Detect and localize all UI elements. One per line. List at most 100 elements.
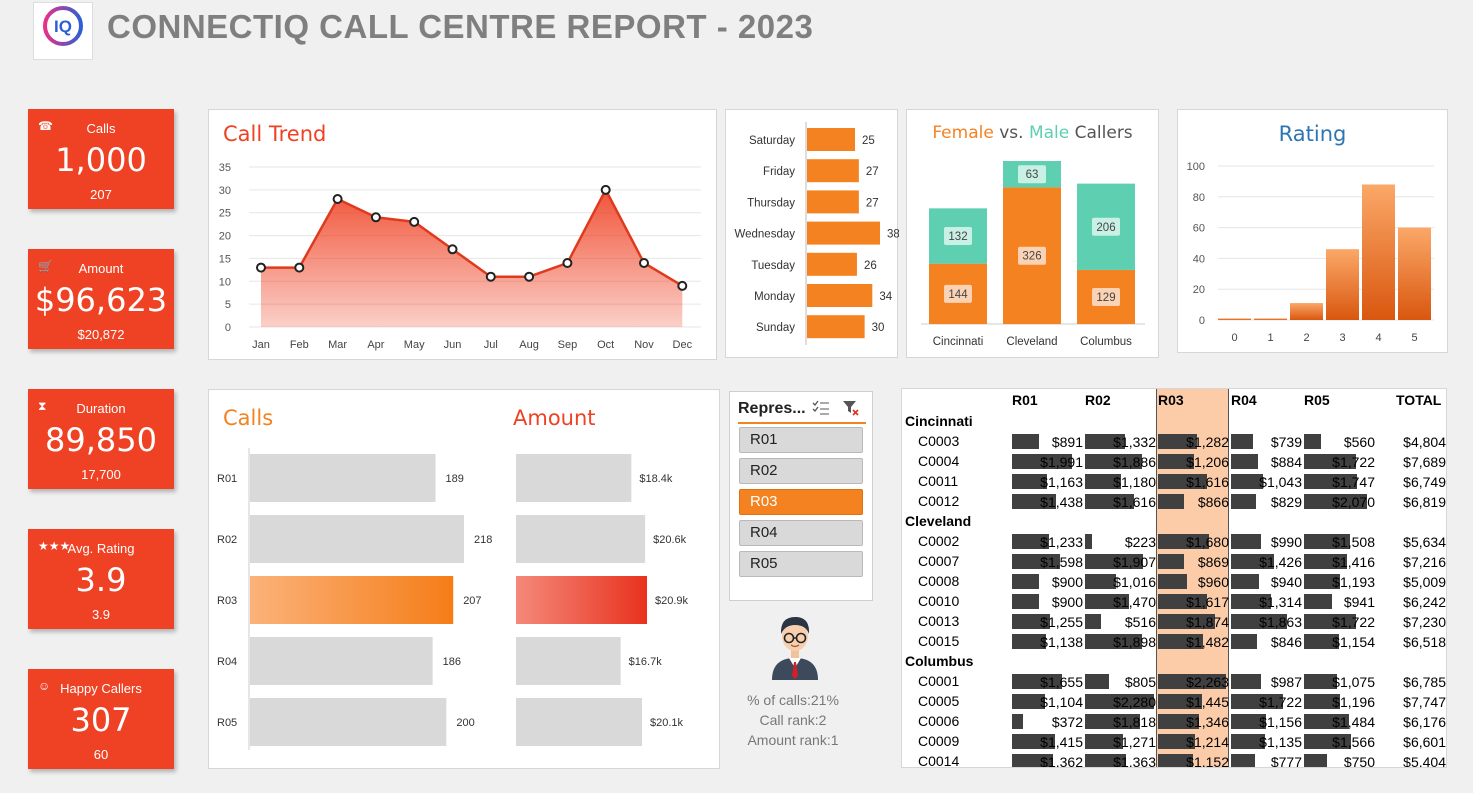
data-bar <box>1012 574 1039 589</box>
pivot-cell: $1,104 <box>1012 692 1083 712</box>
weekday-chart: Saturday 25 Friday 27 Thursday 27 Wednesday 38 T… <box>734 122 899 345</box>
clear-filter-icon[interactable] <box>842 400 860 416</box>
x-tick-label: Oct <box>597 339 614 351</box>
pivot-value: $1,233 <box>1040 534 1083 550</box>
pivot-cell: $846 <box>1231 632 1302 652</box>
x-tick-label: 1 <box>1267 332 1273 344</box>
pivot-cell: $1,722 <box>1304 452 1375 472</box>
x-tick-label: Mar <box>328 339 347 351</box>
pivot-customer-code: C0006 <box>918 713 960 729</box>
pivot-cell: $1,722 <box>1231 692 1302 712</box>
pivot-value: $1,598 <box>1040 554 1083 570</box>
pivot-customer-code: C0008 <box>918 573 960 589</box>
pivot-city-row: Cleveland <box>905 513 972 529</box>
pivot-cell: $1,445 <box>1158 692 1229 712</box>
y-tick-label: 0 <box>225 322 231 334</box>
call-trend-chart: 0 5 10 15 20 25 30 35 Jan Feb Mar Apr May Jun Jul Aug Se… <box>219 162 701 351</box>
pivot-value: $1,445 <box>1186 694 1229 710</box>
pivot-value: $900 <box>1051 574 1083 590</box>
representative-avatar-icon <box>772 616 818 680</box>
rating-bar-5 <box>1398 227 1431 320</box>
data-bar <box>1231 634 1257 649</box>
calls-value-label: 207 <box>463 595 481 607</box>
pivot-cell: $940 <box>1231 572 1302 592</box>
male-value-label: 206 <box>1096 222 1115 234</box>
pivot-value: $1,886 <box>1113 454 1156 470</box>
pivot-cell: $1,470 <box>1085 592 1156 612</box>
pivot-cell: $1,346 <box>1158 712 1229 732</box>
pivot-customer-code: C0014 <box>918 753 960 768</box>
pivot-value: $1,907 <box>1113 554 1156 570</box>
rep-label: R03 <box>217 595 237 607</box>
kpi-subvalue: 17,700 <box>81 467 121 482</box>
female-value-label: 144 <box>948 289 968 301</box>
x-tick-label: Feb <box>290 339 309 351</box>
pivot-cell: $1,362 <box>1012 752 1083 767</box>
gender-x-label: Cleveland <box>1006 336 1057 348</box>
pivot-customer-code: C0015 <box>918 633 960 649</box>
multi-select-icon[interactable] <box>812 400 830 416</box>
data-bar <box>1085 534 1092 549</box>
rep-chart: R01 189 R02 218 R03 207 R04 186 R05 200 $18.4k $20.… <box>217 448 689 750</box>
pivot-cell: $1,747 <box>1304 472 1375 492</box>
weekday-bar-wednesday <box>807 221 880 245</box>
pivot-cell: $1,426 <box>1231 552 1302 572</box>
y-tick-label: 20 <box>219 231 231 243</box>
data-bar <box>1231 534 1261 549</box>
pivot-cell: $1,193 <box>1304 572 1375 592</box>
pivot-cell: $1,898 <box>1085 632 1156 652</box>
weekday-value-label: 27 <box>866 166 879 178</box>
pivot-value: $1,617 <box>1186 594 1229 610</box>
kpi-subvalue: $20,872 <box>77 327 125 342</box>
pivot-value: $1,874 <box>1186 614 1229 630</box>
pivot-cell: $1,154 <box>1304 632 1375 652</box>
weekday-bar-monday <box>807 284 873 307</box>
rep-label: R05 <box>217 717 237 729</box>
weekday-value-label: 30 <box>872 322 885 334</box>
pivot-customer-code: C0003 <box>918 433 960 449</box>
y-tick-label: 100 <box>1187 161 1205 173</box>
slicer-item-r05[interactable]: R05 <box>739 551 863 577</box>
pivot-cell: $869 <box>1158 552 1229 572</box>
pivot-value: $1,206 <box>1186 454 1229 470</box>
y-tick-label: 35 <box>219 162 231 174</box>
pivot-customer-code: C0001 <box>918 673 960 689</box>
trend-point-apr <box>370 212 381 223</box>
pivot-total: $4,804 <box>1403 434 1446 450</box>
x-tick-label: 0 <box>1231 332 1237 344</box>
gender-x-label: Cincinnati <box>933 336 984 348</box>
weekday-label: Wednesday <box>734 229 795 241</box>
weekday-bar-tuesday <box>807 252 857 276</box>
kpi-value: 89,850 <box>45 421 157 459</box>
kpi-subvalue: 60 <box>93 747 109 762</box>
pivot-value: $1,722 <box>1259 694 1302 710</box>
pivot-cell: $891 <box>1012 432 1083 452</box>
pivot-cell: $829 <box>1231 492 1302 512</box>
kpi-label: Calls <box>86 121 116 136</box>
kpi-label: Amount <box>78 261 124 276</box>
gender-x-label: Columbus <box>1080 336 1132 348</box>
slicer-item-r01[interactable]: R01 <box>739 427 863 453</box>
pivot-value: $846 <box>1270 634 1302 650</box>
calls-value-label: 218 <box>474 534 492 546</box>
pivot-value: $1,363 <box>1113 754 1156 768</box>
slicer-item-r02[interactable]: R02 <box>739 458 863 484</box>
x-tick-label: 2 <box>1303 332 1309 344</box>
slicer-item-r03[interactable]: R03 <box>739 489 863 515</box>
y-tick-label: 30 <box>219 185 231 197</box>
slicer-underline <box>738 422 866 424</box>
pivot-value: $1,415 <box>1040 734 1083 750</box>
pivot-cell: $1,363 <box>1085 752 1156 768</box>
pivot-total: $7,230 <box>1403 614 1446 630</box>
kpi-subvalue: 207 <box>90 187 112 202</box>
pivot-cell: $1,271 <box>1085 732 1156 752</box>
slicer-item-r04[interactable]: R04 <box>739 520 863 546</box>
pivot-value: $1,482 <box>1186 634 1229 650</box>
rating-bar-3 <box>1326 249 1359 320</box>
pivot-cell: $1,156 <box>1231 712 1302 732</box>
rep-label: R02 <box>217 534 237 546</box>
data-bar <box>1304 434 1321 449</box>
pivot-value: $777 <box>1270 754 1302 768</box>
customer-pivot-table: R01 R02 R03 R04 R05 TOTAL Cincinnati C0003 $891 $… <box>901 388 1447 768</box>
company-logo: IQ <box>33 2 93 60</box>
